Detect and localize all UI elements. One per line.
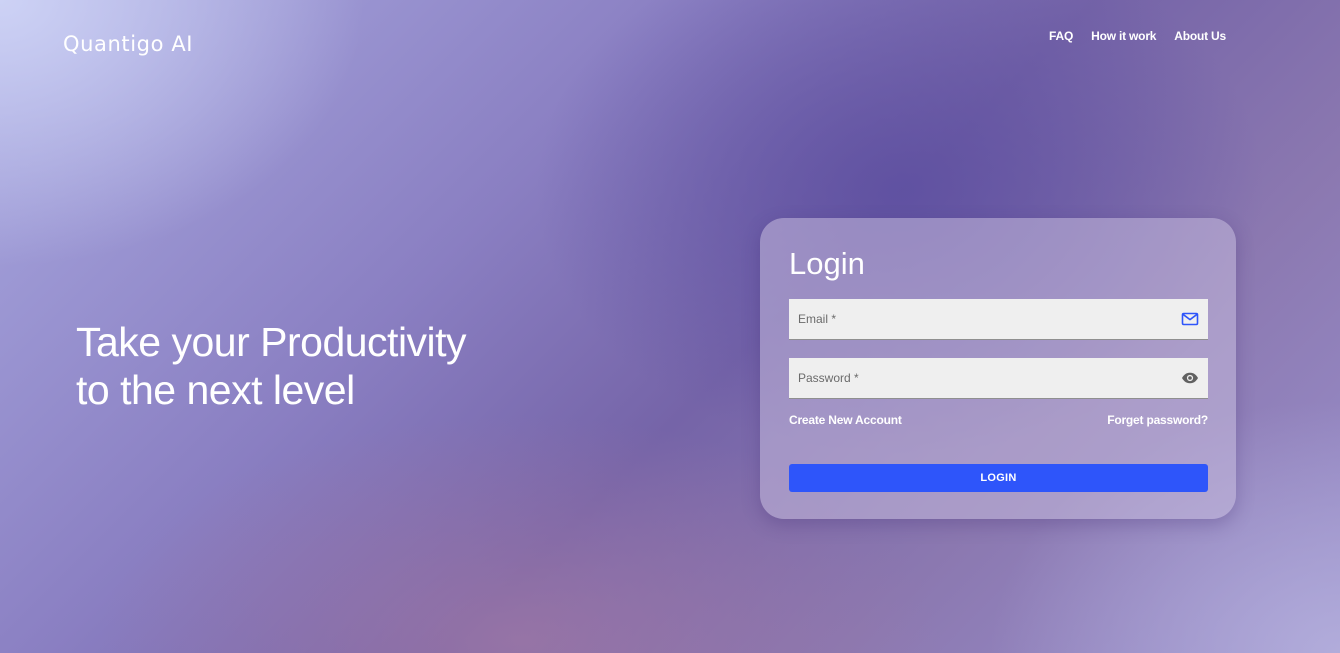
nav-link-how-it-work[interactable]: How it work <box>1091 29 1156 43</box>
create-account-link[interactable]: Create New Account <box>789 413 902 427</box>
login-title: Login <box>789 246 865 281</box>
forgot-password-link[interactable]: Forget password? <box>1107 413 1208 427</box>
email-field-container <box>789 299 1208 340</box>
brand-logo[interactable]: Quantigo AI <box>63 32 193 56</box>
hero-heading: Take your Productivity to the next level <box>76 318 546 414</box>
login-button[interactable]: LOGIN <box>789 464 1208 492</box>
eye-icon[interactable] <box>1181 370 1199 386</box>
hero-line-2: to the next level <box>76 367 355 413</box>
mail-icon <box>1181 311 1199 327</box>
hero-line-1: Take your Productivity <box>76 319 467 365</box>
top-nav: FAQ How it work About Us <box>1049 29 1226 43</box>
password-field-container <box>789 358 1208 399</box>
login-card: Login Create New Account Forget password… <box>760 218 1236 519</box>
nav-link-faq[interactable]: FAQ <box>1049 29 1073 43</box>
nav-link-about-us[interactable]: About Us <box>1174 29 1226 43</box>
password-field[interactable] <box>789 358 1208 398</box>
login-links-row: Create New Account Forget password? <box>789 413 1208 427</box>
email-field[interactable] <box>789 299 1208 339</box>
